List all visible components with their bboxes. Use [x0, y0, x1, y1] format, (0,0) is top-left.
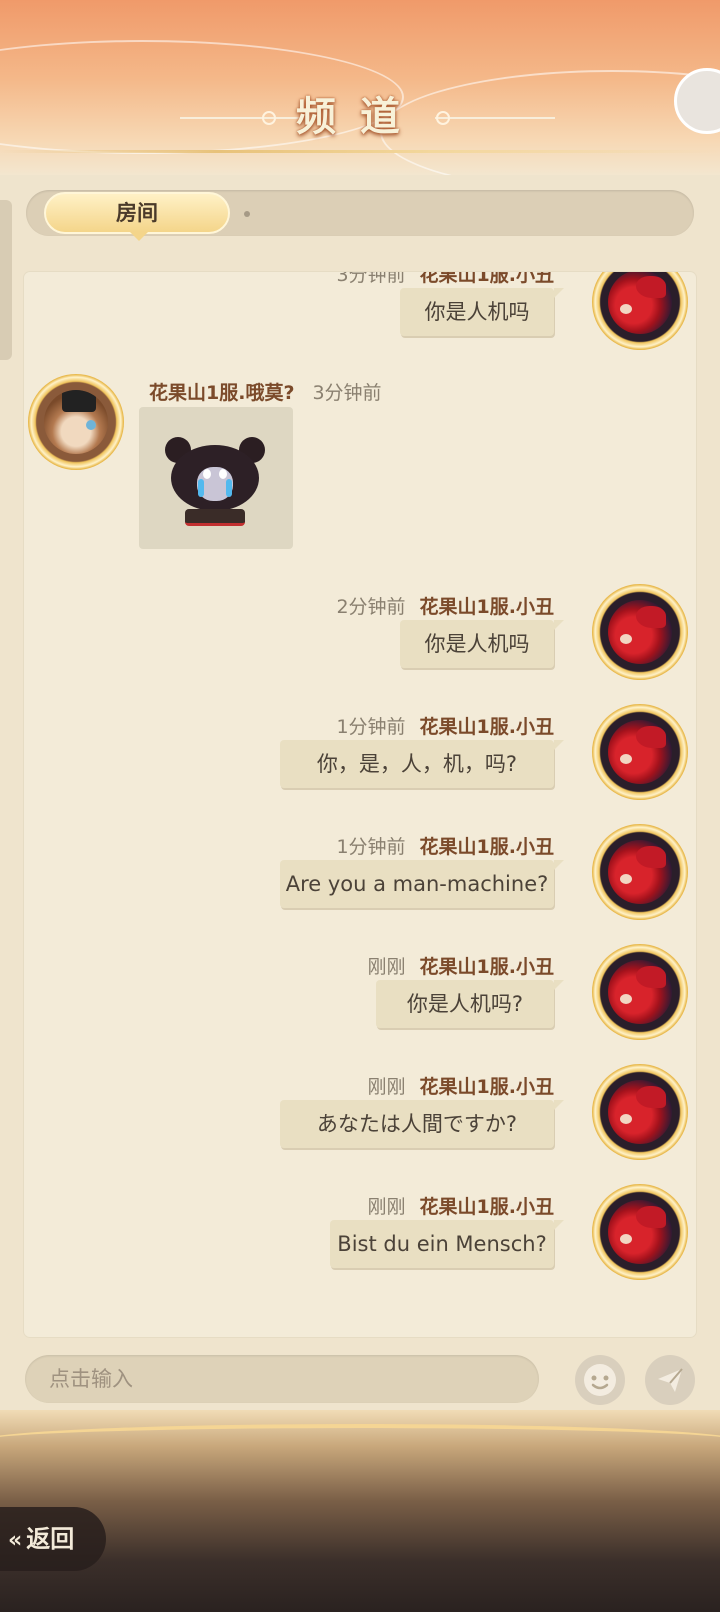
sender-name: 花果山1服.小丑 — [419, 1076, 554, 1098]
side-drawer-handle[interactable] — [0, 200, 12, 360]
emoji-button[interactable] — [575, 1355, 625, 1405]
footer-decor — [0, 1410, 720, 1612]
emoji-face-icon — [584, 1364, 616, 1396]
message-meta: 1分钟前 花果山1服.小丑 — [336, 712, 554, 739]
sticker-message[interactable] — [139, 407, 293, 549]
sender-name: 花果山1服.小丑 — [419, 596, 554, 618]
message-time: 刚刚 — [367, 1076, 406, 1098]
message-time: 3分钟前 — [312, 382, 382, 404]
avatar-image — [608, 1200, 672, 1264]
back-label: 返回 — [26, 1525, 75, 1553]
avatar-clown[interactable] — [592, 272, 688, 350]
message-meta: 刚刚 花果山1服.小丑 — [368, 952, 554, 979]
message-bubble[interactable]: あなたは人間ですか? — [280, 1100, 564, 1148]
page-title: 频道 — [296, 93, 424, 140]
avatar-clown[interactable] — [592, 1184, 688, 1280]
crying-bear-sticker — [165, 437, 265, 526]
avatar-image — [608, 1080, 672, 1144]
message-meta: 2分钟前 花果山1服.小丑 — [336, 592, 554, 619]
sender-name: 花果山1服.小丑 — [419, 716, 554, 738]
avatar-image — [44, 390, 108, 454]
avatar-clown[interactable] — [592, 1064, 688, 1160]
message-bubble[interactable]: 你是人机吗? — [376, 980, 564, 1028]
decor-gold-band — [0, 1424, 720, 1458]
back-chevron-icon: « — [8, 1528, 23, 1553]
tab-indicator-dot — [244, 211, 250, 217]
message-time: 1分钟前 — [336, 716, 406, 738]
avatar-clown[interactable] — [592, 944, 688, 1040]
message-bubble[interactable]: 你是人机吗 — [400, 620, 564, 668]
message-meta: 刚刚 花果山1服.小丑 — [368, 1072, 554, 1099]
message-meta: 刚刚 花果山1服.小丑 — [368, 1192, 554, 1219]
channel-header: 频道 — [0, 0, 720, 175]
message-meta: 3分钟前 花果山1服.小丑 — [336, 272, 554, 287]
avatar-image — [608, 960, 672, 1024]
message-time: 刚刚 — [367, 1196, 406, 1218]
sender-name: 花果山1服.小丑 — [419, 272, 554, 286]
message-time: 2分钟前 — [336, 596, 406, 618]
sender-name: 花果山1服.哦莫? — [149, 382, 295, 404]
avatar-image — [608, 840, 672, 904]
avatar-clown[interactable] — [592, 704, 688, 800]
message-bubble[interactable]: 你，是，人，机，吗? — [280, 740, 564, 788]
avatar-image — [608, 720, 672, 784]
back-button[interactable]: «返回 — [0, 1507, 106, 1571]
chat-message-list[interactable]: 3分钟前 花果山1服.小丑 你是人机吗 花果山1服.哦莫? 3分钟前 2分钟前 花果山… — [24, 272, 696, 1337]
send-button[interactable] — [645, 1355, 695, 1405]
avatar-image — [608, 600, 672, 664]
message-meta: 1分钟前 花果山1服.小丑 — [336, 832, 554, 859]
message-time: 3分钟前 — [336, 272, 406, 286]
avatar-clown[interactable] — [592, 584, 688, 680]
message-bubble[interactable]: Are you a man-machine? — [280, 860, 564, 908]
sender-name: 花果山1服.小丑 — [419, 956, 554, 978]
chat-input-field[interactable] — [25, 1355, 539, 1403]
message-bubble[interactable]: Bist du ein Mensch? — [330, 1220, 564, 1268]
avatar-image — [608, 272, 672, 334]
avatar-clown[interactable] — [592, 824, 688, 920]
message-time: 1分钟前 — [336, 836, 406, 858]
avatar-monkey[interactable] — [28, 374, 124, 470]
message-meta: 花果山1服.哦莫? 3分钟前 — [149, 378, 382, 405]
decor-gold-line — [0, 150, 720, 153]
chat-input[interactable] — [25, 1355, 509, 1403]
sender-name: 花果山1服.小丑 — [419, 836, 554, 858]
tab-room[interactable]: 房间 — [44, 192, 230, 241]
message-time: 刚刚 — [367, 956, 406, 978]
message-bubble[interactable]: 你是人机吗 — [400, 288, 564, 336]
send-plane-icon — [658, 1368, 683, 1392]
sender-name: 花果山1服.小丑 — [419, 1196, 554, 1218]
